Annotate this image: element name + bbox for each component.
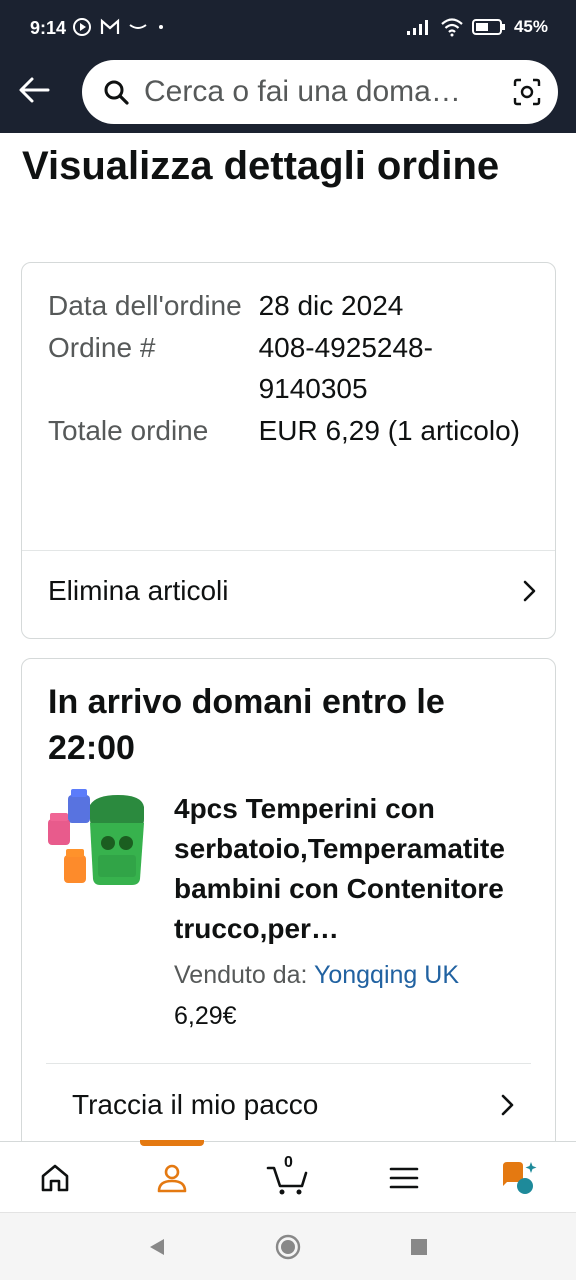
nav-account[interactable] bbox=[150, 1156, 194, 1200]
order-number-row: Ordine # 408-4925248-9140305 bbox=[48, 327, 538, 410]
product-title[interactable]: 4pcs Temperini con serbatoio,Temperamati… bbox=[174, 789, 534, 949]
app-header: Cerca o fai una doma… bbox=[0, 58, 576, 133]
bottom-nav: 0 bbox=[0, 1140, 576, 1212]
search-icon bbox=[104, 80, 129, 105]
square-recents-icon bbox=[411, 1239, 427, 1255]
cart-count: 0 bbox=[284, 1154, 293, 1171]
status-system-icons: 45% bbox=[406, 17, 548, 37]
back-button[interactable] bbox=[14, 72, 54, 108]
order-total-label: Totale ordine bbox=[48, 414, 209, 446]
gmail-icon bbox=[100, 18, 120, 34]
order-date-value: 28 dic 2024 bbox=[258, 290, 404, 321]
nav-home[interactable] bbox=[33, 1156, 77, 1200]
triangle-back-icon bbox=[150, 1239, 164, 1255]
system-nav-bar bbox=[0, 1212, 576, 1280]
order-details: Data dell'ordine 28 dic 2024 Ordine # 40… bbox=[48, 285, 538, 451]
system-recents-button[interactable] bbox=[405, 1233, 433, 1261]
home-icon bbox=[41, 1164, 69, 1192]
system-back-button[interactable] bbox=[143, 1233, 171, 1261]
product-info: 4pcs Temperini con serbatoio,Temperamati… bbox=[174, 789, 534, 1031]
user-icon bbox=[157, 1164, 187, 1193]
order-total-row: Totale ordine EUR 6,29 (1 articolo) bbox=[48, 410, 538, 452]
back-arrow-icon bbox=[19, 77, 50, 103]
divider bbox=[46, 1063, 531, 1064]
amazon-smile-icon bbox=[129, 24, 147, 29]
seller-link[interactable]: Yongqing UK bbox=[314, 961, 459, 989]
order-number-label: Ordine # bbox=[48, 331, 156, 363]
shipment-card: In arrivo domani entro le 22:00 4pcs Tem… bbox=[21, 658, 556, 1158]
delete-items-link[interactable]: Elimina articoli bbox=[48, 571, 537, 611]
chevron-right-icon bbox=[501, 1094, 514, 1116]
nav-rufus-assistant[interactable] bbox=[497, 1156, 541, 1200]
track-package-link[interactable]: Traccia il mio pacco bbox=[72, 1085, 515, 1125]
sold-by-label: Venduto da: bbox=[174, 961, 308, 989]
order-summary-card: Data dell'ordine 28 dic 2024 Ordine # 40… bbox=[21, 262, 556, 639]
pencil-sharpener-image bbox=[48, 789, 144, 885]
camera-search-icon[interactable] bbox=[512, 77, 542, 107]
battery-percentage: 45% bbox=[513, 17, 548, 36]
divider bbox=[22, 550, 555, 551]
wifi-icon bbox=[441, 18, 463, 37]
hamburger-menu-icon bbox=[389, 1167, 419, 1189]
play-circle-icon bbox=[73, 18, 91, 36]
delete-items-label: Elimina articoli bbox=[48, 575, 229, 606]
product-price: 6,29€ bbox=[174, 1002, 237, 1030]
order-date-label: Data dell'ordine bbox=[48, 290, 242, 321]
search-input[interactable]: Cerca o fai una doma… bbox=[144, 75, 494, 109]
dot-icon bbox=[159, 25, 163, 29]
nav-menu[interactable] bbox=[382, 1156, 426, 1200]
nav-cart[interactable]: 0 bbox=[265, 1154, 311, 1200]
sold-by: Venduto da: Yongqing UK bbox=[174, 961, 534, 990]
circle-home-icon bbox=[275, 1234, 301, 1260]
status-time: 9:14 bbox=[30, 18, 67, 38]
order-date-row: Data dell'ordine 28 dic 2024 bbox=[48, 285, 538, 327]
page-title: Visualizza dettagli ordine bbox=[22, 144, 500, 188]
order-total-value: EUR 6,29 (1 articolo) bbox=[258, 414, 520, 446]
search-bar[interactable]: Cerca o fai una doma… bbox=[82, 60, 558, 124]
active-tab-indicator bbox=[140, 1140, 204, 1146]
track-package-label: Traccia il mio pacco bbox=[72, 1089, 319, 1120]
status-bar: 9:14 45% bbox=[0, 0, 576, 58]
rufus-assistant-icon bbox=[503, 1162, 537, 1194]
battery-icon bbox=[471, 19, 505, 35]
product-image[interactable] bbox=[44, 789, 148, 893]
chevron-right-icon bbox=[523, 580, 536, 602]
arrival-heading: In arrivo domani entro le 22:00 bbox=[48, 683, 445, 767]
signal-icon bbox=[406, 20, 428, 35]
order-number-value: 408-4925248-9140305 bbox=[258, 331, 433, 405]
system-home-button[interactable] bbox=[274, 1233, 302, 1261]
status-notification-icons bbox=[72, 17, 166, 37]
